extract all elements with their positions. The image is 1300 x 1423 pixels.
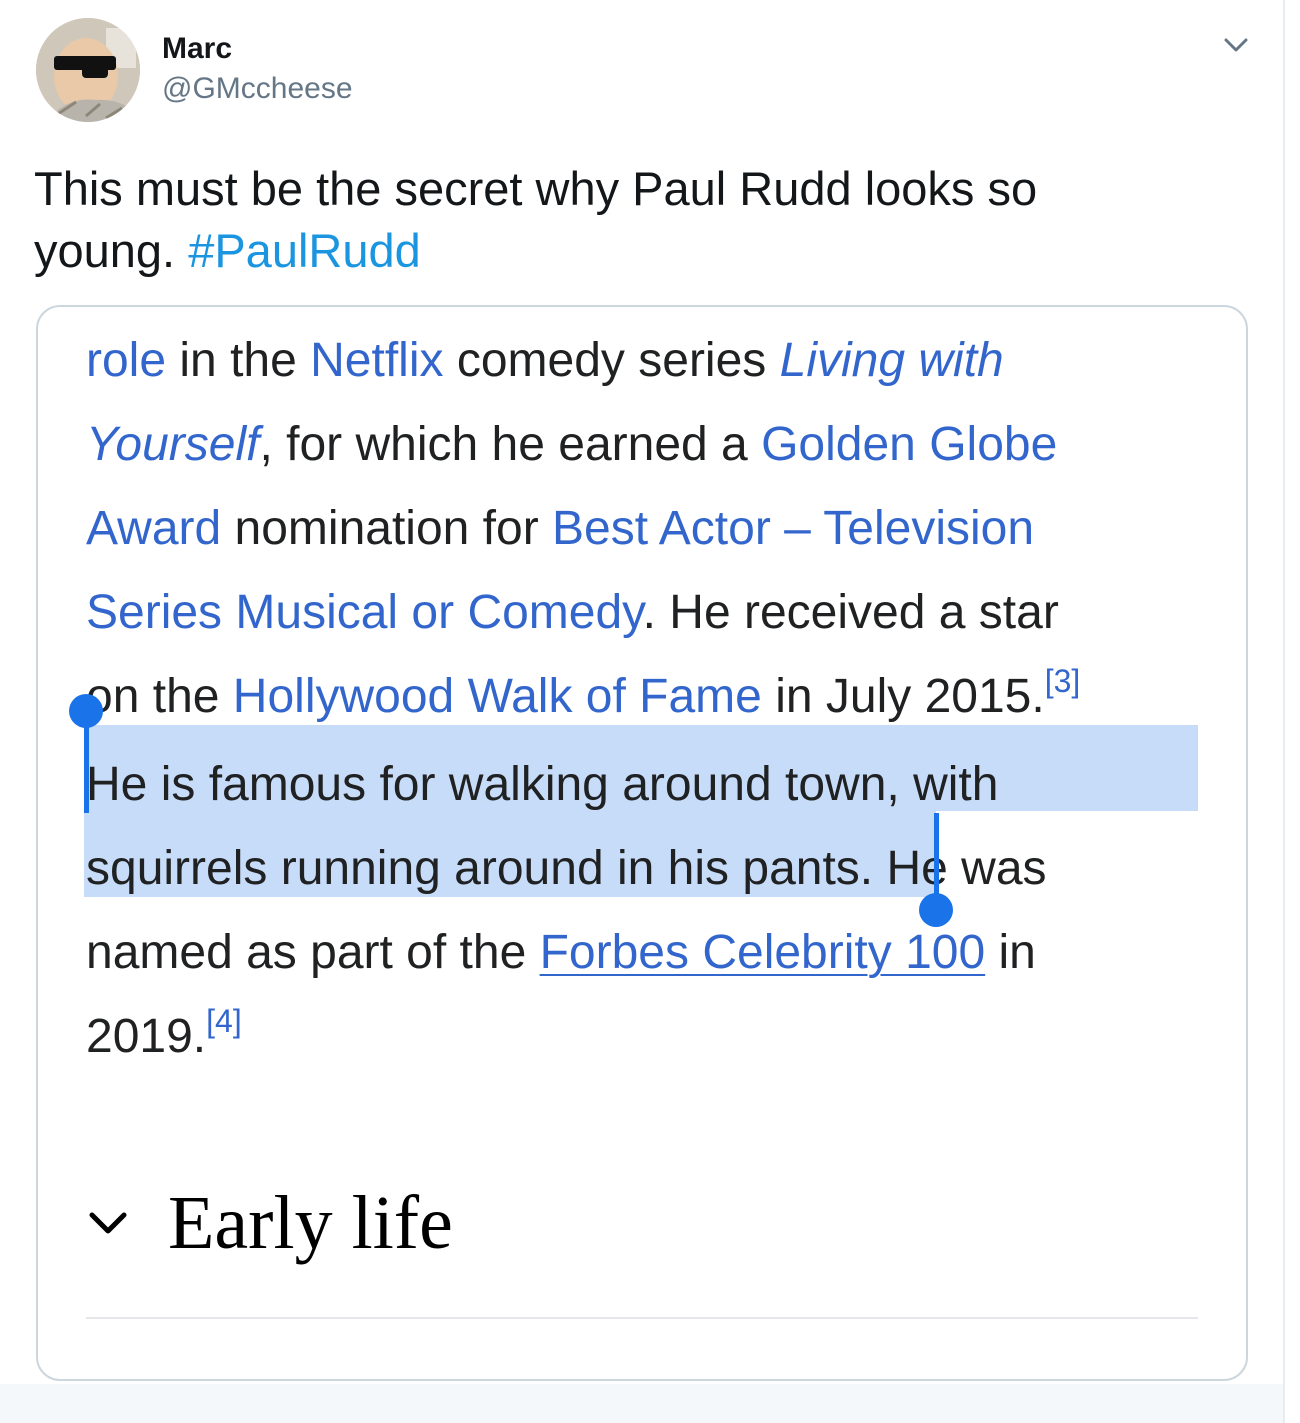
timeline-border [1283,0,1285,1423]
reference-link[interactable]: [3] [1045,663,1081,699]
plain-text: 2019. [86,1010,207,1063]
tweet-text-body: This must be the secret why Paul Rudd lo… [34,162,1038,277]
wiki-link[interactable]: Yourself [86,418,259,471]
wiki-link[interactable]: Golden Globe [761,418,1057,471]
plain-text: in the [166,334,311,387]
selected-text: He is famous for walking around town, wi… [86,758,999,811]
plain-text: in [985,926,1036,979]
paragraph-line: role in the Netflix comedy series Living… [86,319,1216,403]
plain-text: . He received a star [642,586,1059,639]
plain-text: , for which he earned a [259,418,762,471]
paragraph-line: squirrels running around in his pants. H… [86,827,1216,911]
avatar[interactable] [36,18,140,122]
paragraph-line: named as part of the Forbes Celebrity 10… [86,911,1216,995]
wiki-link[interactable]: Hollywood Walk of Fame [233,670,762,723]
plain-text: comedy series [443,334,780,387]
user-handle[interactable]: @GMccheese [162,70,353,108]
wiki-link[interactable]: Series Musical or Comedy [86,586,643,639]
paragraph-line: Series Musical or Comedy. He received a … [86,571,1216,655]
display-name[interactable]: Marc [162,30,232,68]
wiki-link[interactable]: Best Actor – Television [552,502,1034,555]
selection-start-handle-knob[interactable] [69,694,103,728]
selection-end-handle[interactable] [934,813,939,899]
section-divider [86,1317,1198,1319]
chevron-down-icon[interactable] [86,1201,130,1245]
tweet-footer-strip [0,1384,1283,1423]
selected-text: squirrels running around in his pants [86,842,860,895]
chevron-down-icon[interactable] [1219,30,1253,60]
reference-link[interactable]: [4] [206,1003,242,1039]
plain-text: . He was [859,842,1047,895]
paragraph-line: He is famous for walking around town, wi… [86,743,1216,827]
plain-text: on the [86,670,233,723]
plain-text: nomination for [221,502,553,555]
paragraph-line: Award nomination for Best Actor – Televi… [86,487,1216,571]
paragraph-line: Yourself, for which he earned a Golden G… [86,403,1216,487]
wiki-link[interactable]: Award [86,502,221,555]
paragraph-line: 2019.[4] [86,995,1216,1083]
plain-text: in July 2015. [761,670,1045,723]
paragraph-line: on the Hollywood Walk of Fame in July 20… [86,655,1216,743]
wiki-link[interactable]: Forbes Celebrity 100 [540,926,986,979]
wiki-paragraph: role in the Netflix comedy series Living… [86,319,1216,1083]
wiki-link[interactable]: Netflix [310,334,443,387]
attached-screenshot[interactable]: role in the Netflix comedy series Living… [36,305,1248,1381]
section-heading[interactable]: Early life [168,1175,453,1271]
tweet-text: This must be the secret why Paul Rudd lo… [34,158,1184,282]
selection-end-handle-knob[interactable] [919,893,953,927]
wiki-link[interactable]: role [86,334,166,387]
plain-text: named as part of the [86,926,540,979]
wiki-link[interactable]: Living with [780,334,1004,387]
hashtag-link[interactable]: #PaulRudd [188,224,421,277]
avatar-image [36,18,140,122]
